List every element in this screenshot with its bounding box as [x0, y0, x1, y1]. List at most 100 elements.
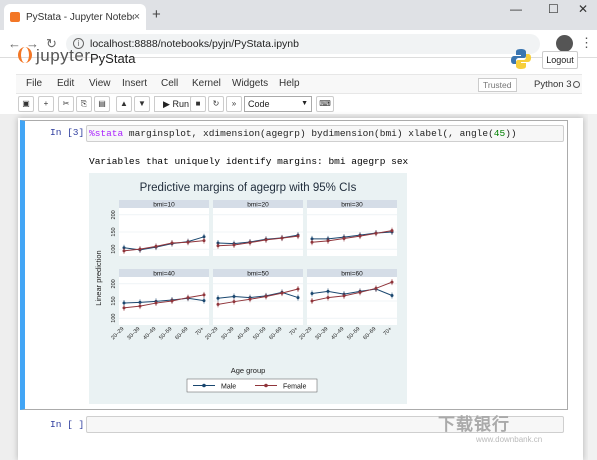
data-point-female [264, 238, 268, 242]
url-input[interactable]: i localhost:8888/notebooks/pyjn/PyStata.… [66, 34, 540, 54]
paste-icon[interactable]: ▤ [94, 96, 110, 112]
panel-label: bmi=10 [153, 202, 175, 209]
data-point-female [122, 249, 126, 253]
kernel-status-icon [573, 81, 580, 88]
data-point-female [390, 229, 394, 233]
menu-widgets[interactable]: Widgets [232, 78, 268, 89]
restart-run-all-icon[interactable]: » [226, 96, 242, 112]
code-end: )) [505, 128, 517, 139]
data-point-female [138, 247, 142, 251]
x-tick-label: 70+ [383, 326, 394, 337]
menu-kernel[interactable]: Kernel [192, 78, 221, 89]
move-up-icon[interactable]: ▲ [116, 96, 132, 112]
watermark-url: www.downbank.cn [476, 435, 543, 444]
insert-cell-icon[interactable]: + [38, 96, 54, 112]
menu-help[interactable]: Help [279, 78, 300, 89]
x-tick-label: 50–59 [346, 326, 361, 341]
panel-label: bmi=20 [247, 202, 269, 209]
data-point-female [310, 299, 314, 303]
data-point-female [326, 296, 330, 300]
menu-edit[interactable]: Edit [57, 78, 74, 89]
menu-bar: File Edit View Insert Cell Kernel Widget… [16, 74, 582, 94]
data-point-female [374, 286, 378, 290]
data-point-male [232, 295, 236, 299]
x-tick-label: 60–69 [362, 326, 377, 341]
x-tick-label: 40–49 [236, 326, 251, 341]
browser-tab-bar: PyStata - Jupyter Notebook × + — ☐ ✕ [0, 0, 597, 30]
browser-menu-icon[interactable]: ⋮ [580, 35, 593, 51]
data-point-female [232, 300, 236, 304]
tab-close-icon[interactable]: × [134, 11, 140, 23]
url-text: localhost:8888/notebooks/pyjn/PyStata.ip… [90, 38, 299, 50]
y-tick-label: 200 [111, 210, 117, 219]
data-point-female [202, 293, 206, 297]
data-point-male [310, 291, 314, 295]
input-prompt: In [3]: [50, 127, 90, 138]
x-tick-label: 30–39 [220, 326, 235, 341]
x-tick-label: 50–59 [252, 326, 267, 341]
kernel-name[interactable]: Python 3 [534, 79, 572, 90]
copy-icon[interactable]: ⎘ [76, 96, 92, 112]
y-tick-label: 150 [111, 227, 117, 236]
panel-label: bmi=50 [247, 271, 269, 278]
legend-marker [202, 383, 206, 388]
code-number: 45 [493, 128, 506, 139]
data-point-female [186, 240, 190, 244]
save-icon[interactable]: ▣ [18, 96, 34, 112]
x-tick-label: 20–29 [298, 326, 313, 341]
data-point-female [374, 231, 378, 235]
empty-input-prompt: In [ ]: [50, 419, 90, 430]
data-point-female [310, 240, 314, 244]
maximize-button[interactable]: ☐ [548, 2, 559, 16]
data-point-female [296, 287, 300, 291]
data-point-female [186, 296, 190, 300]
close-window-button[interactable]: ✕ [578, 2, 588, 16]
data-point-female [170, 241, 174, 245]
y-tick-label: 100 [111, 245, 117, 254]
scrollbar[interactable] [588, 114, 597, 460]
code-input[interactable]: %stata marginsplot, xdimension(agegrp) b… [86, 125, 564, 142]
tab-title: PyStata - Jupyter Notebook [26, 11, 134, 23]
cell-type-select[interactable]: Code ▼ [244, 96, 312, 112]
browser-tab[interactable]: PyStata - Jupyter Notebook × [4, 4, 146, 30]
trusted-badge[interactable]: Trusted [478, 78, 517, 92]
minimize-button[interactable]: — [510, 2, 522, 16]
menu-cell[interactable]: Cell [161, 78, 178, 89]
data-point-female [342, 294, 346, 298]
marginsplot-image: Predictive margins of agegrp with 95% CI… [89, 173, 407, 404]
notebook-name[interactable]: PyStata [90, 51, 136, 66]
new-tab-button[interactable]: + [152, 6, 161, 23]
data-point-female [280, 236, 284, 240]
data-point-male [390, 294, 394, 298]
x-tick-label: 30–39 [126, 326, 141, 341]
panel-label: bmi=60 [341, 271, 363, 278]
move-down-icon[interactable]: ▼ [134, 96, 150, 112]
data-point-female [216, 302, 220, 306]
menu-insert[interactable]: Insert [122, 78, 147, 89]
x-tick-label: 50–59 [158, 326, 173, 341]
x-tick-label: 70+ [195, 326, 206, 337]
marginsplot-chart: Predictive margins of agegrp with 95% CI… [94, 182, 397, 393]
watermark: 下载银行 www.downbank.cn [438, 410, 542, 444]
jupyter-logo[interactable]: jupyter [18, 46, 91, 66]
legend-marker [264, 383, 268, 388]
data-point-male [296, 296, 300, 300]
restart-icon[interactable]: ↻ [208, 96, 224, 112]
logout-button[interactable]: Logout [542, 51, 578, 69]
stop-icon[interactable]: ■ [190, 96, 206, 112]
x-tick-label: 70+ [289, 326, 300, 337]
data-point-female [358, 234, 362, 238]
y-axis-label: Linear prediction [94, 250, 103, 305]
menu-view[interactable]: View [89, 78, 111, 89]
cut-icon[interactable]: ✂ [58, 96, 74, 112]
legend-label: Male [221, 384, 236, 391]
data-point-male [216, 296, 220, 300]
x-tick-label: 20–29 [110, 326, 125, 341]
data-point-female [202, 239, 206, 243]
y-tick-label: 200 [111, 279, 117, 288]
profile-avatar[interactable] [556, 35, 573, 52]
menu-file[interactable]: File [26, 78, 42, 89]
x-tick-label: 40–49 [142, 326, 157, 341]
data-point-female [138, 304, 142, 308]
command-palette-icon[interactable]: ⌨ [316, 96, 334, 112]
